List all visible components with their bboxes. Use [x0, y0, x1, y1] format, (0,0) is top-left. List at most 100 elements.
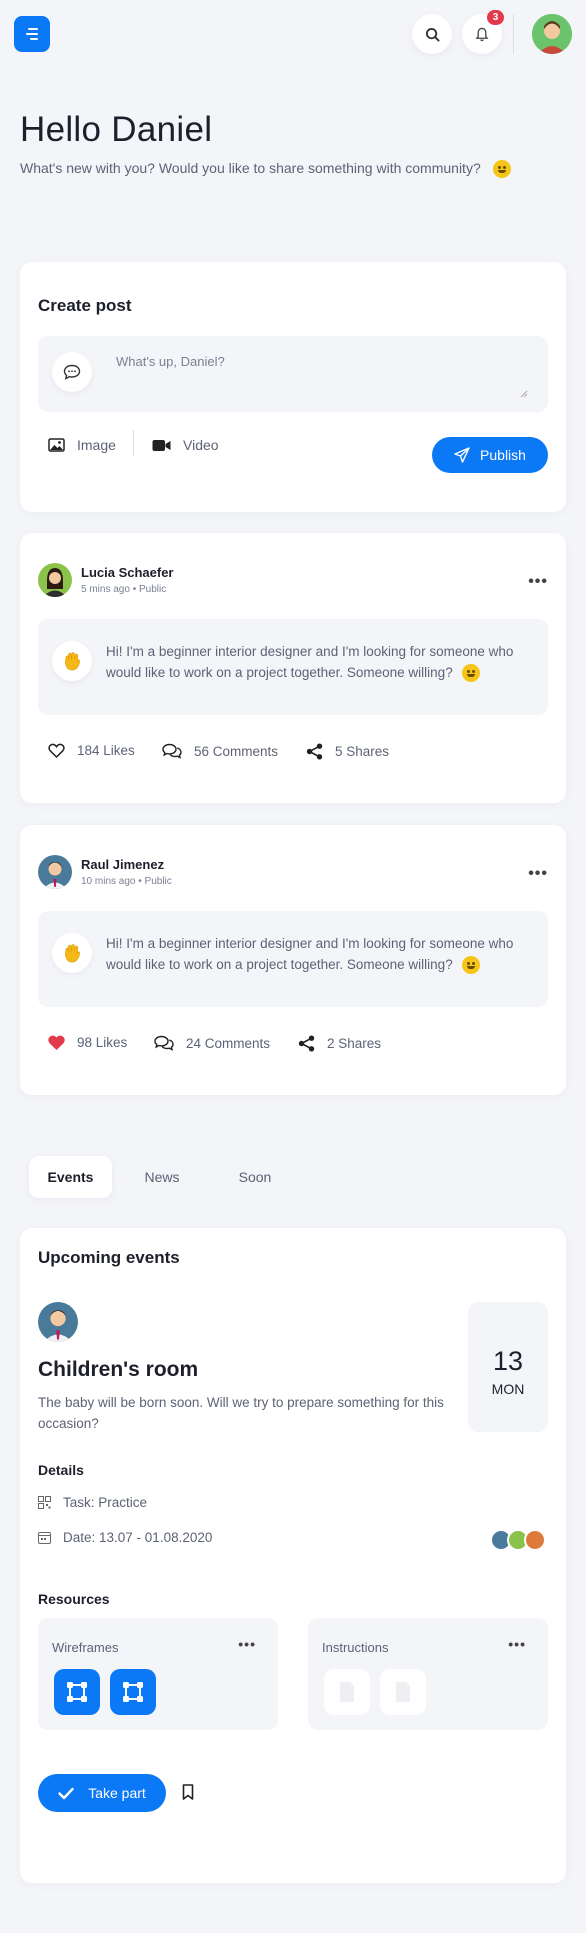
- event-day: 13: [492, 1346, 524, 1376]
- publish-label: Publish: [480, 447, 526, 463]
- video-label: Video: [183, 437, 219, 453]
- comments-icon: [154, 1035, 174, 1051]
- resize-handle-icon: [520, 390, 528, 398]
- like-button[interactable]: 184 Likes: [48, 743, 135, 758]
- subtitle-text: What's new with you? Would you like to s…: [20, 160, 481, 176]
- heart-filled-icon: [48, 1035, 65, 1050]
- post-text: Hi! I'm a beginner interior designer and…: [106, 933, 530, 975]
- post-more-button[interactable]: •••: [528, 865, 548, 883]
- page-subtitle: What's new with you? Would you like to s…: [20, 160, 511, 179]
- tab-bar: Events News Soon: [29, 1156, 329, 1198]
- resource-title: Wireframes: [52, 1640, 119, 1655]
- qr-icon: [38, 1496, 51, 1509]
- resource-card[interactable]: Wireframes •••: [38, 1618, 278, 1730]
- wireframe-file-icon[interactable]: [54, 1669, 100, 1715]
- heart-icon: [48, 743, 65, 758]
- comments-count: 24 Comments: [186, 1035, 271, 1051]
- share-icon: [298, 1035, 315, 1052]
- post-text: Hi! I'm a beginner interior designer and…: [106, 641, 530, 683]
- like-button[interactable]: 98 Likes: [48, 1035, 127, 1050]
- create-post-card: Create post What's up, Daniel? Image Vid…: [20, 262, 566, 512]
- task-text: Task: Practice: [63, 1495, 148, 1510]
- post-content: Hi! I'm a beginner interior designer and…: [38, 911, 548, 1007]
- media-divider: [133, 430, 134, 456]
- tab-soon[interactable]: Soon: [215, 1156, 295, 1198]
- send-icon: [454, 447, 470, 463]
- events-title: Upcoming events: [38, 1248, 180, 1267]
- search-button[interactable]: [412, 14, 452, 54]
- event-weekday: MON: [491, 1381, 525, 1397]
- smile-emoji-icon: [492, 160, 511, 179]
- author-name[interactable]: Lucia Schaefer: [81, 565, 174, 580]
- post-card: Raul Jimenez 10 mins ago • Public ••• Hi…: [20, 825, 566, 1095]
- post-input-placeholder[interactable]: What's up, Daniel?: [116, 354, 225, 369]
- image-icon: [48, 438, 65, 452]
- notifications-button[interactable]: 3: [462, 10, 504, 54]
- post-more-button[interactable]: •••: [528, 573, 548, 591]
- waving-hand-icon: [52, 641, 92, 681]
- menu-button[interactable]: [14, 16, 50, 52]
- create-post-title: Create post: [38, 296, 132, 315]
- likes-count: 98 Likes: [77, 1035, 128, 1050]
- tab-events[interactable]: Events: [29, 1156, 112, 1198]
- share-button[interactable]: 2 Shares: [298, 1035, 381, 1052]
- check-icon: [58, 1787, 74, 1799]
- post-meta: 5 mins ago • Public: [81, 584, 167, 595]
- add-video-button[interactable]: Video: [152, 437, 219, 453]
- document-file-icon[interactable]: [380, 1669, 426, 1715]
- task-row: Task: Practice: [38, 1495, 147, 1510]
- top-bar: 3: [14, 10, 572, 54]
- page-title: Hello Daniel: [20, 110, 213, 149]
- shares-count: 5 Shares: [335, 744, 390, 759]
- document-file-icon[interactable]: [324, 1669, 370, 1715]
- author-name[interactable]: Raul Jimenez: [81, 857, 164, 872]
- resource-more-button[interactable]: •••: [238, 1636, 256, 1652]
- author-avatar[interactable]: [38, 563, 72, 597]
- resource-title: Instructions: [322, 1640, 389, 1655]
- take-part-label: Take part: [88, 1785, 146, 1801]
- smile-emoji-icon: [462, 664, 481, 683]
- video-icon: [152, 439, 171, 451]
- event-description: The baby will be born soon. Will we try …: [38, 1395, 444, 1431]
- event-avatar[interactable]: [38, 1302, 78, 1342]
- likes-count: 184 Likes: [77, 743, 135, 758]
- image-label: Image: [77, 437, 116, 453]
- event-title: Children's room: [38, 1358, 199, 1381]
- publish-button[interactable]: Publish: [432, 437, 548, 473]
- comments-count: 56 Comments: [194, 743, 279, 759]
- event-date-box: 13 MON: [468, 1302, 548, 1432]
- divider: [513, 14, 514, 54]
- participants-avatars[interactable]: [490, 1529, 548, 1551]
- menu-icon: [26, 28, 38, 40]
- add-image-button[interactable]: Image: [48, 437, 116, 453]
- post-content: Hi! I'm a beginner interior designer and…: [38, 619, 548, 715]
- shares-count: 2 Shares: [327, 1036, 382, 1051]
- resources-label: Resources: [38, 1591, 110, 1607]
- comments-button[interactable]: 24 Comments: [154, 1035, 270, 1051]
- post-card: Lucia Schaefer 5 mins ago • Public ••• H…: [20, 533, 566, 803]
- user-avatar[interactable]: [532, 14, 572, 54]
- date-text: Date: 13.07 - 01.08.2020: [63, 1530, 213, 1545]
- resource-more-button[interactable]: •••: [508, 1636, 526, 1652]
- events-card: Upcoming events Children's room The baby…: [20, 1228, 566, 1883]
- tab-news[interactable]: News: [122, 1156, 202, 1198]
- details-label: Details: [38, 1462, 84, 1478]
- comment-icon: [52, 352, 92, 392]
- share-icon: [306, 743, 323, 760]
- wireframe-file-icon[interactable]: [110, 1669, 156, 1715]
- bell-icon: [475, 27, 489, 41]
- share-button[interactable]: 5 Shares: [306, 743, 389, 760]
- search-icon: [425, 27, 440, 42]
- waving-hand-icon: [52, 933, 92, 973]
- notification-badge: 3: [487, 10, 504, 25]
- date-row: Date: 13.07 - 01.08.2020: [38, 1530, 212, 1545]
- take-part-button[interactable]: Take part: [38, 1774, 166, 1812]
- resource-card[interactable]: Instructions •••: [308, 1618, 548, 1730]
- smile-emoji-icon: [462, 956, 481, 975]
- post-input-box[interactable]: What's up, Daniel?: [38, 336, 548, 412]
- author-avatar[interactable]: [38, 855, 72, 889]
- bookmark-icon[interactable]: [182, 1784, 194, 1800]
- comments-button[interactable]: 56 Comments: [162, 743, 278, 759]
- post-meta: 10 mins ago • Public: [81, 876, 172, 887]
- calendar-icon: [38, 1532, 51, 1544]
